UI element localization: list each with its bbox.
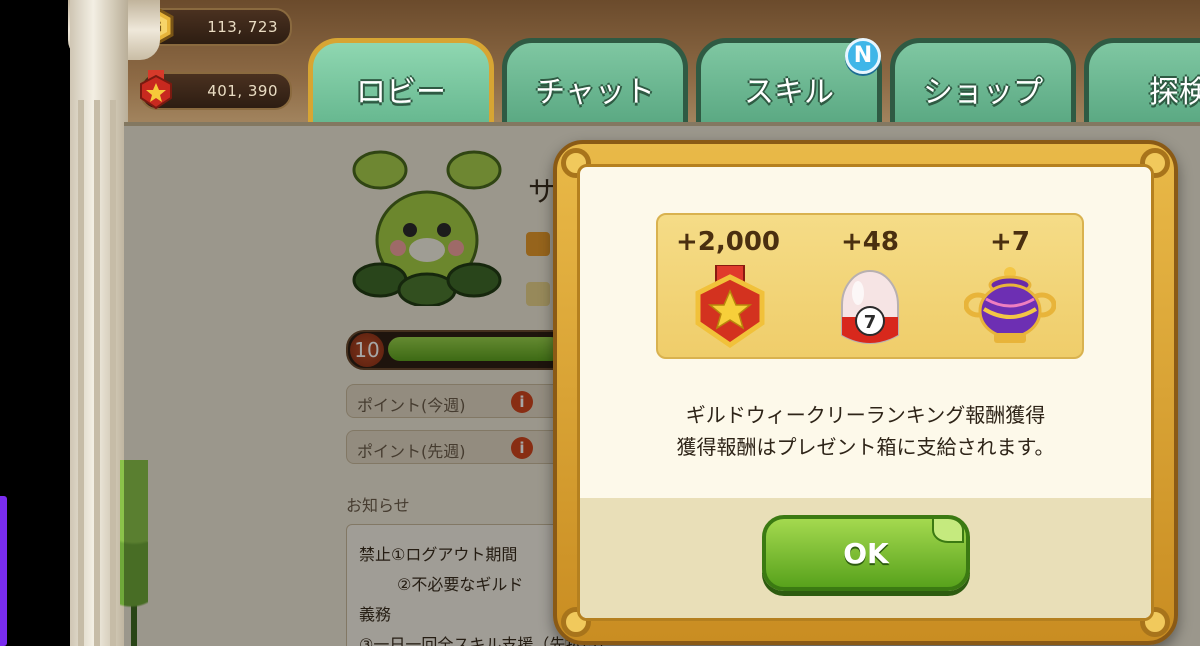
reward-amount: +7 (990, 227, 1030, 257)
reward-message-detail: 獲得報酬はプレゼント箱に支給されます。 (676, 435, 1055, 459)
dialog-content: +2,000 +48 7 +7 ギルドウィークリーランキング報酬獲得 獲得報酬は… (577, 164, 1154, 621)
left-letterbox (0, 0, 70, 646)
medal-value: 401, 390 (207, 82, 278, 100)
leaf-icon (932, 517, 964, 543)
gold-value: 113, 723 (207, 18, 278, 36)
tab-label: チャット (535, 75, 655, 110)
reward-list: +2,000 +48 7 +7 (656, 213, 1084, 359)
gold-counter: G 113, 723 (138, 6, 292, 46)
tab-label: ショップ (923, 75, 1043, 110)
ok-label: OK (843, 537, 889, 570)
tab-shop[interactable]: ショップ (890, 38, 1076, 130)
tab-lobby[interactable]: ロビー (308, 38, 494, 130)
new-badge: N (845, 38, 881, 74)
reward-amount: +2,000 (675, 227, 781, 257)
capsule-icon: 7 (841, 270, 899, 344)
medal-icon (695, 265, 765, 349)
tab-label: 探検 (1149, 75, 1200, 110)
game-screen: G 113, 723 401, 390 ロビー チャット スキル N ショップ … (0, 0, 1200, 646)
edge-indicator (0, 496, 7, 646)
tab-chat[interactable]: チャット (502, 38, 688, 130)
capsule-number: 7 (864, 312, 877, 333)
tab-label: ロビー (356, 75, 446, 110)
trophy-urn-icon (964, 267, 1056, 343)
tab-label: スキル (744, 75, 834, 110)
tab-explore[interactable]: 探検 (1084, 38, 1200, 130)
ok-button[interactable]: OK (762, 515, 970, 591)
reward-amount: +48 (841, 227, 899, 257)
reward-message-title: ギルドウィークリーランキング報酬獲得 (685, 403, 1046, 427)
medal-counter: 401, 390 (140, 70, 292, 110)
medal-icon (140, 70, 172, 110)
reward-dialog: +2,000 +48 7 +7 ギルドウィークリーランキング報酬獲得 獲得報酬は… (553, 140, 1178, 645)
